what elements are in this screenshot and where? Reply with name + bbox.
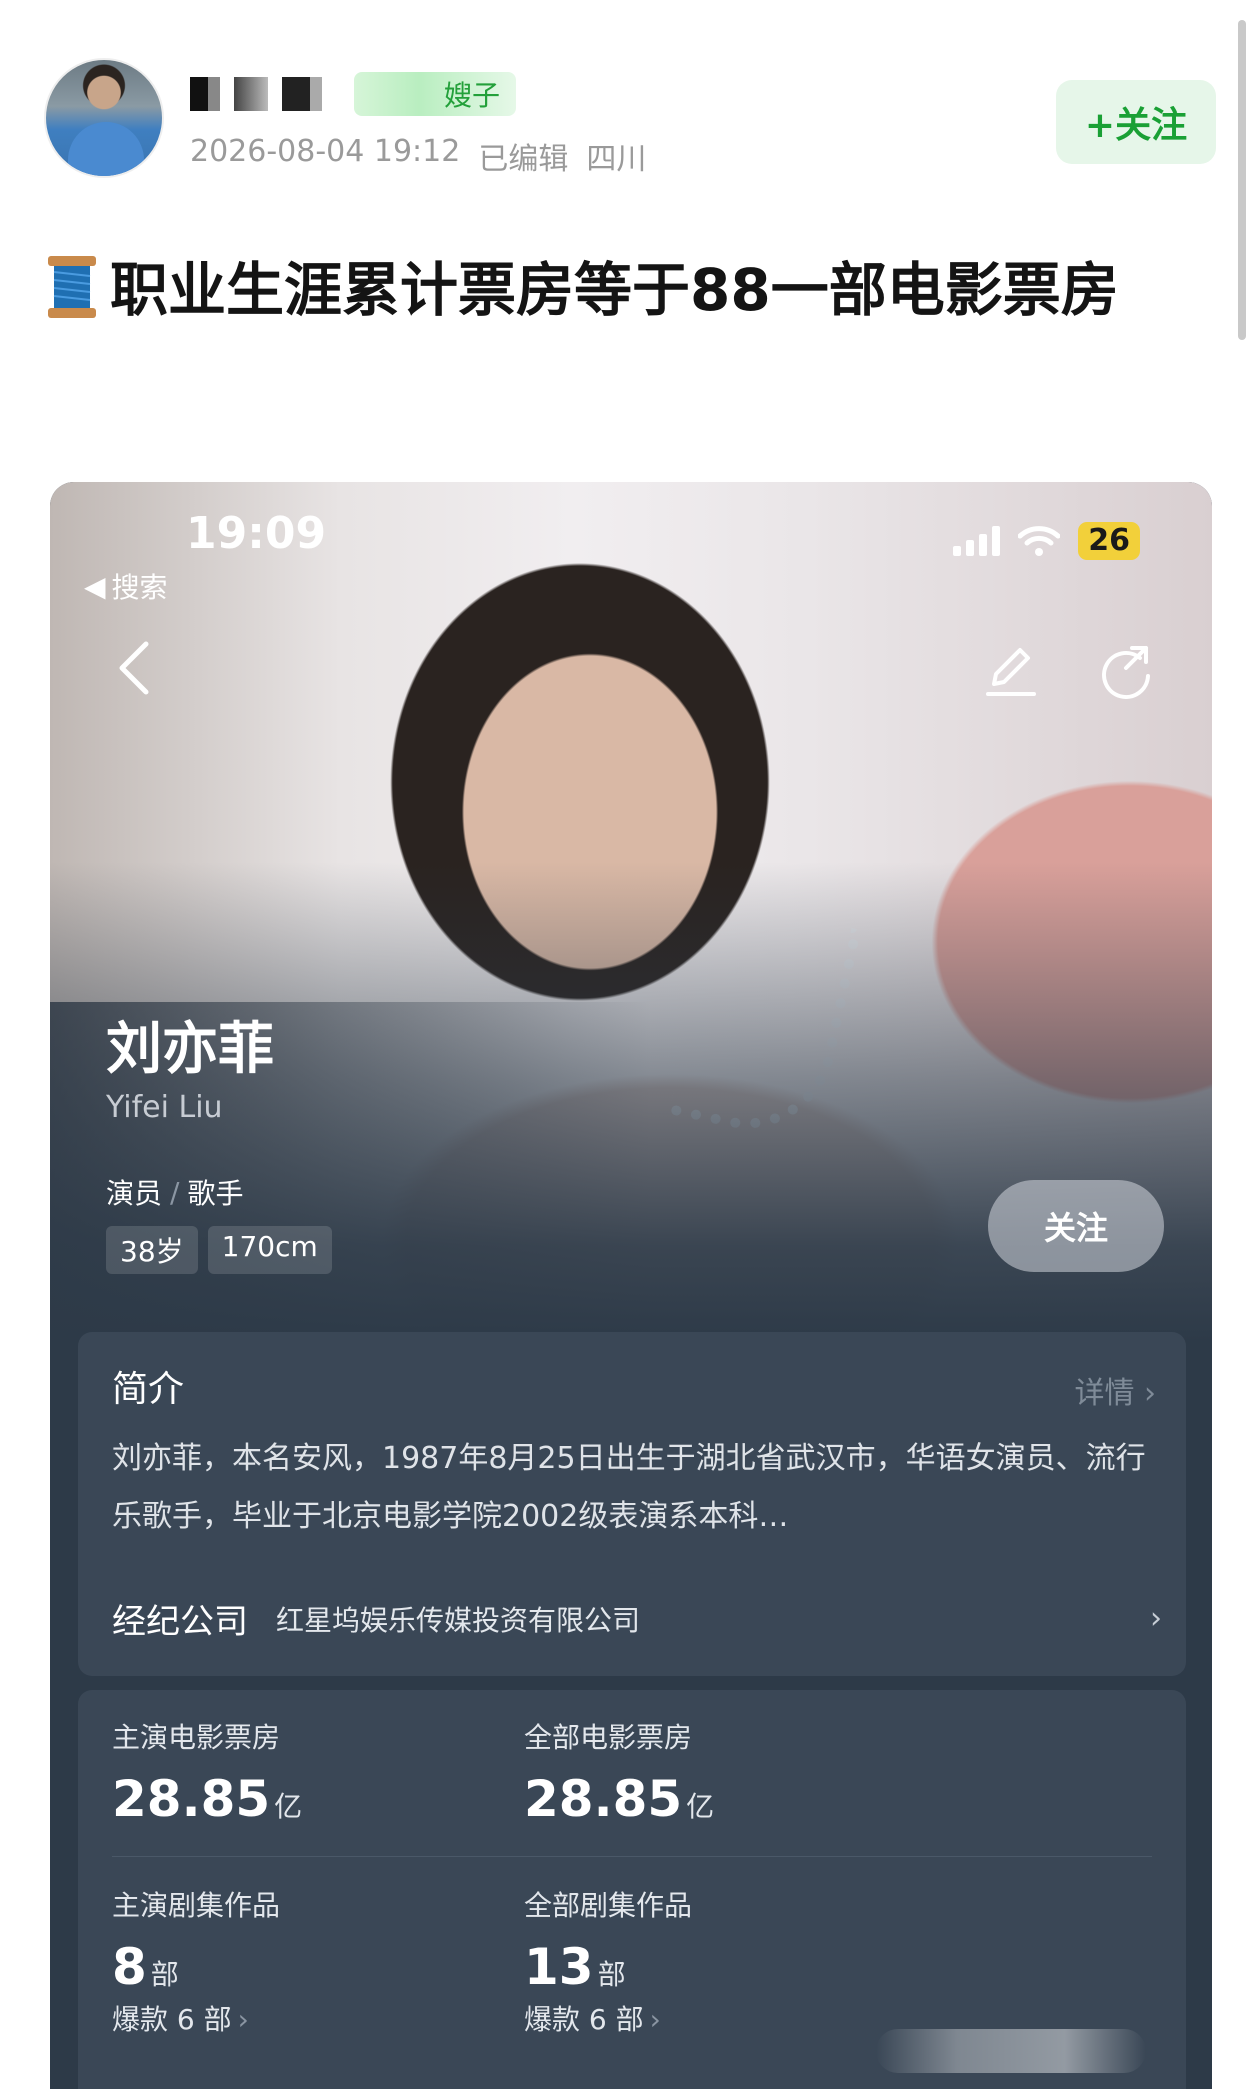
stat-all-film-box-office: 全部电影票房 28.85 亿 — [524, 1716, 984, 1828]
status-icons: 26 — [953, 522, 1140, 560]
chevron-right-icon: › — [237, 2003, 249, 2036]
intro-detail-link[interactable]: 详情 › — [1074, 1368, 1156, 1412]
stat-value: 8部 — [112, 1938, 572, 1996]
star-name: 刘亦菲 — [106, 1017, 274, 1082]
wifi-icon — [1018, 526, 1061, 556]
back-triangle-icon: ◀ — [84, 569, 106, 603]
stat-lead-film-box-office: 主演电影票房 28.85 亿 — [112, 1716, 572, 1828]
user-avatar[interactable] — [44, 58, 164, 178]
username-censored[interactable]: 嫂子 — [190, 72, 517, 116]
edited-label: 已编辑 — [478, 142, 569, 177]
star-roles: 演员 / 歌手 — [106, 1172, 243, 1212]
back-arrow-icon[interactable] — [112, 638, 156, 698]
intro-title: 简介 — [112, 1369, 185, 1410]
stat-number: 13 — [524, 1938, 594, 1996]
role-separator: / — [170, 1175, 180, 1209]
star-english-name: Yifei Liu — [106, 1090, 223, 1125]
follow-user-button[interactable]: +关注 — [1056, 80, 1216, 164]
post-header: 嫂子 2026-08-04 19:12 已编辑 四川 +关注 — [0, 0, 1260, 200]
stat-label: 全部电影票房 — [524, 1721, 693, 1754]
stat-label: 主演电影票房 — [112, 1721, 281, 1754]
role-singer: 歌手 — [187, 1177, 244, 1210]
post-timestamp: 2026-08-04 19:12 — [190, 134, 461, 169]
post-title-text: 职业生涯累计票房等于88一部电影票房 — [110, 256, 1119, 324]
stat-label: 主演剧集作品 — [112, 1889, 281, 1922]
stat-hit-label: 爆款 6 部 — [524, 2003, 644, 2036]
intro-panel: 简介 详情 › 刘亦菲，本名安风，1987年8月25日出生于湖北省武汉市，华语女… — [78, 1332, 1186, 1676]
back-to-search-link[interactable]: ◀ 搜索 — [84, 566, 168, 606]
edit-pencil-icon[interactable] — [980, 640, 1040, 700]
post-meta: 2026-08-04 19:12 已编辑 四川 — [190, 134, 646, 178]
stat-number: 28.85 — [112, 1770, 271, 1828]
intro-detail-label: 详情 — [1074, 1376, 1135, 1411]
follow-star-button[interactable]: 关注 — [988, 1180, 1164, 1272]
stats-divider — [112, 1856, 1152, 1857]
cellular-signal-icon — [953, 526, 1001, 556]
stat-unit: 亿 — [686, 1790, 715, 1823]
post-title: 职业生涯累计票房等于88一部电影票房 — [44, 244, 1224, 336]
stat-hit-label: 爆款 6 部 — [112, 2003, 232, 2036]
page-scrollbar[interactable] — [1238, 20, 1246, 340]
stat-unit: 亿 — [274, 1790, 303, 1823]
stat-unit: 部 — [597, 1958, 626, 1991]
stats-panel: 主演电影票房 28.85 亿 全部电影票房 28.85 亿 主演剧集作品 8部 爆款… — [78, 1690, 1186, 2089]
age-tag: 38岁 — [106, 1226, 198, 1274]
spool-of-thread-icon — [48, 256, 96, 318]
stat-number: 8 — [112, 1938, 147, 1996]
agency-name: 红星坞娱乐传媒投资有限公司 — [276, 1603, 641, 1637]
chevron-right-icon: › — [1150, 1601, 1162, 1636]
status-time: 19:09 — [186, 508, 327, 559]
stat-label: 全部剧集作品 — [524, 1889, 693, 1922]
battery-indicator: 26 — [1078, 522, 1140, 560]
censor-block — [282, 77, 322, 111]
stat-unit: 部 — [150, 1958, 179, 1991]
stat-value: 28.85 亿 — [524, 1770, 984, 1828]
agency-label: 经纪公司 — [112, 1602, 248, 1642]
profile-screenshot: 19:09 26 ◀ 搜索 刘亦菲 Yifei Liu 演员 / 歌手 38岁 … — [50, 482, 1212, 2089]
stat-value: 13 部 — [524, 1938, 984, 1996]
chevron-right-icon: › — [1144, 1376, 1156, 1411]
share-icon[interactable] — [1096, 640, 1156, 700]
user-badge: 嫂子 — [354, 72, 517, 116]
stat-hit-count[interactable]: 爆款 6 部 › — [112, 1998, 572, 2038]
watermark-blur — [876, 2029, 1146, 2073]
chevron-right-icon: › — [649, 2003, 661, 2036]
agency-row[interactable]: 经纪公司 红星坞娱乐传媒投资有限公司 › — [112, 1594, 1162, 1643]
post-location: 四川 — [586, 142, 647, 177]
stat-all-series[interactable]: 全部剧集作品 13 部 爆款 6 部 › — [524, 1884, 984, 2038]
stat-lead-series[interactable]: 主演剧集作品 8部 爆款 6 部 › — [112, 1884, 572, 2038]
role-actor: 演员 — [106, 1177, 163, 1210]
hero-photo: 19:09 26 ◀ 搜索 刘亦菲 Yifei Liu 演员 / 歌手 38岁 … — [50, 482, 1212, 1342]
height-tag: 170cm — [207, 1226, 332, 1274]
intro-text: 刘亦菲，本名安风，1987年8月25日出生于湖北省武汉市，华语女演员、流行乐歌手… — [112, 1441, 1146, 1534]
censor-block — [234, 77, 268, 111]
back-to-search-label: 搜索 — [111, 571, 168, 604]
stat-number: 28.85 — [524, 1770, 683, 1828]
stat-value: 28.85 亿 — [112, 1770, 572, 1828]
star-tags: 38岁 170cm — [106, 1226, 332, 1274]
censor-block — [190, 77, 220, 111]
